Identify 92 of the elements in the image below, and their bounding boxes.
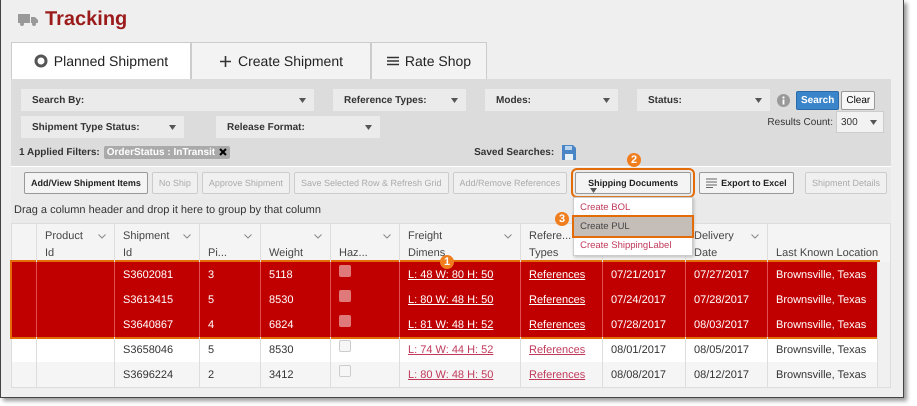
results-count-dropdown[interactable]: 300 — [836, 111, 884, 133]
references-link[interactable]: References — [529, 268, 586, 280]
table-cell: 4 — [208, 318, 214, 330]
table-row[interactable]: S3696224 2 3412 L: 80 W: 48 H: 50 References 08/08/2017 08/12/2017 Brownsville, Texas — [12, 362, 878, 387]
dropdown-field[interactable]: Search By: — [21, 89, 314, 111]
dropdown-field[interactable]: Modes: — [485, 89, 618, 111]
chevron-icon — [98, 234, 106, 239]
search-button[interactable]: Search — [796, 90, 840, 110]
caret-icon — [755, 98, 762, 102]
dimensions-link[interactable]: L: 80 W: 48 H: 50 — [408, 368, 494, 380]
filter-chip: OrderStatus : InTransit — [104, 146, 230, 158]
chevron-icon — [183, 234, 191, 239]
table-cell: S3602081 — [123, 268, 174, 280]
clear-button[interactable]: Clear — [841, 90, 876, 110]
table-cell: 07/27/2017 — [694, 268, 750, 280]
table-cell: Brownsville, Texas — [776, 318, 866, 330]
table-cell: 5118 — [269, 268, 293, 280]
table-row[interactable]: S3640867 4 6824 L: 81 W: 48 H: 52 References 07/28/2017 08/03/2017 Brownsville, Texas — [12, 312, 878, 337]
menu-item[interactable]: Create BOL — [574, 198, 692, 217]
table-cell: 07/28/2017 — [611, 318, 666, 330]
dimensions-link[interactable]: L: 48 W: 80 H: 50 — [408, 268, 494, 280]
table-cell: 08/08/2017 — [611, 368, 666, 380]
info-icon — [777, 94, 790, 106]
table-cell: 6824 — [269, 318, 294, 330]
menu-icon — [386, 56, 399, 66]
table-cell: 3412 — [269, 368, 294, 380]
ring-icon — [34, 54, 48, 68]
table-cell: 08/01/2017 — [611, 344, 666, 356]
table-cell: 5 — [208, 344, 214, 356]
table-cell: Brownsville, Texas — [776, 268, 866, 280]
table-cell: S3613415 — [123, 294, 174, 306]
caret-icon — [299, 98, 306, 102]
list-icon — [706, 178, 718, 188]
checkbox[interactable] — [339, 364, 351, 376]
dropdown-field[interactable]: Reference Types: — [333, 89, 466, 111]
page-title: Tracking — [45, 8, 128, 30]
applied-filters-label: 1 Applied Filters: — [19, 146, 100, 158]
table-cell: S3640867 — [123, 318, 174, 330]
table-cell: 08/12/2017 — [694, 368, 750, 380]
results-count-label: Results Count: — [767, 116, 833, 128]
chevron-icon — [504, 234, 512, 239]
caret-icon — [365, 124, 372, 130]
table-cell: 3 — [208, 268, 214, 280]
checkbox[interactable] — [339, 264, 351, 276]
caret-icon — [870, 120, 877, 124]
menu-item[interactable]: Create PUL — [574, 217, 692, 236]
checkbox[interactable] — [339, 314, 351, 326]
table-cell: 07/24/2017 — [611, 294, 666, 306]
chevron-icon — [244, 234, 252, 239]
close-icon[interactable] — [219, 148, 228, 156]
table-cell: 2 — [208, 368, 214, 380]
caret-icon — [451, 98, 458, 102]
checkbox[interactable] — [339, 340, 351, 352]
references-link[interactable]: References — [529, 344, 586, 356]
references-link[interactable]: References — [529, 318, 586, 330]
table-cell: 08/05/2017 — [694, 344, 750, 356]
caret-icon — [603, 98, 610, 102]
table-cell: 07/28/2017 — [694, 294, 750, 306]
table-cell: S3658046 — [123, 344, 174, 356]
tab[interactable]: Create Shipment — [191, 42, 371, 79]
table-cell: 8530 — [269, 344, 294, 356]
chevron-icon — [751, 234, 759, 239]
export-button[interactable]: Export to Excel — [699, 172, 794, 194]
dimensions-link[interactable]: L: 81 W: 48 H: 52 — [408, 318, 494, 330]
dropdown-field[interactable]: Release Format: — [216, 116, 380, 138]
saved-searches-label: Saved Searches: — [474, 146, 554, 158]
dimensions-link[interactable]: L: 80 W: 48 H: 50 — [408, 294, 494, 306]
dropdown-field[interactable]: Shipment Type Status: — [21, 116, 184, 138]
table-cell: 5 — [208, 294, 214, 306]
checkbox[interactable] — [339, 290, 351, 302]
table-cell: 8530 — [269, 294, 294, 306]
table-cell: 08/03/2017 — [694, 318, 750, 330]
table-cell: Brownsville, Texas — [776, 344, 866, 356]
table-row[interactable]: S3613415 5 8530 L: 80 W: 48 H: 50 References 07/24/2017 07/28/2017 Brownsville, Texas — [12, 287, 878, 312]
tab[interactable]: Rate Shop — [371, 42, 487, 79]
table-cell: 07/21/2017 — [611, 268, 666, 280]
caret-icon — [590, 188, 598, 193]
references-link[interactable]: References — [529, 294, 586, 306]
table-cell: S3696224 — [123, 368, 174, 380]
toolbar-button[interactable]: Add/View Shipment Items — [24, 172, 148, 194]
dimensions-link[interactable]: L: 74 W: 44 H: 52 — [408, 344, 494, 356]
dropdown-field[interactable]: Status: — [637, 89, 770, 111]
caret-icon — [169, 124, 176, 130]
chevron-icon — [383, 234, 391, 239]
truck-icon — [18, 12, 38, 26]
table-cell: Brownsville, Texas — [776, 368, 866, 380]
table-cell: Brownsville, Texas — [776, 294, 866, 306]
chevron-icon — [314, 234, 322, 239]
tab[interactable]: Planned Shipment — [11, 42, 191, 79]
scrollbar[interactable] — [877, 262, 890, 387]
references-link[interactable]: References — [529, 368, 586, 380]
plus-icon — [218, 54, 232, 68]
